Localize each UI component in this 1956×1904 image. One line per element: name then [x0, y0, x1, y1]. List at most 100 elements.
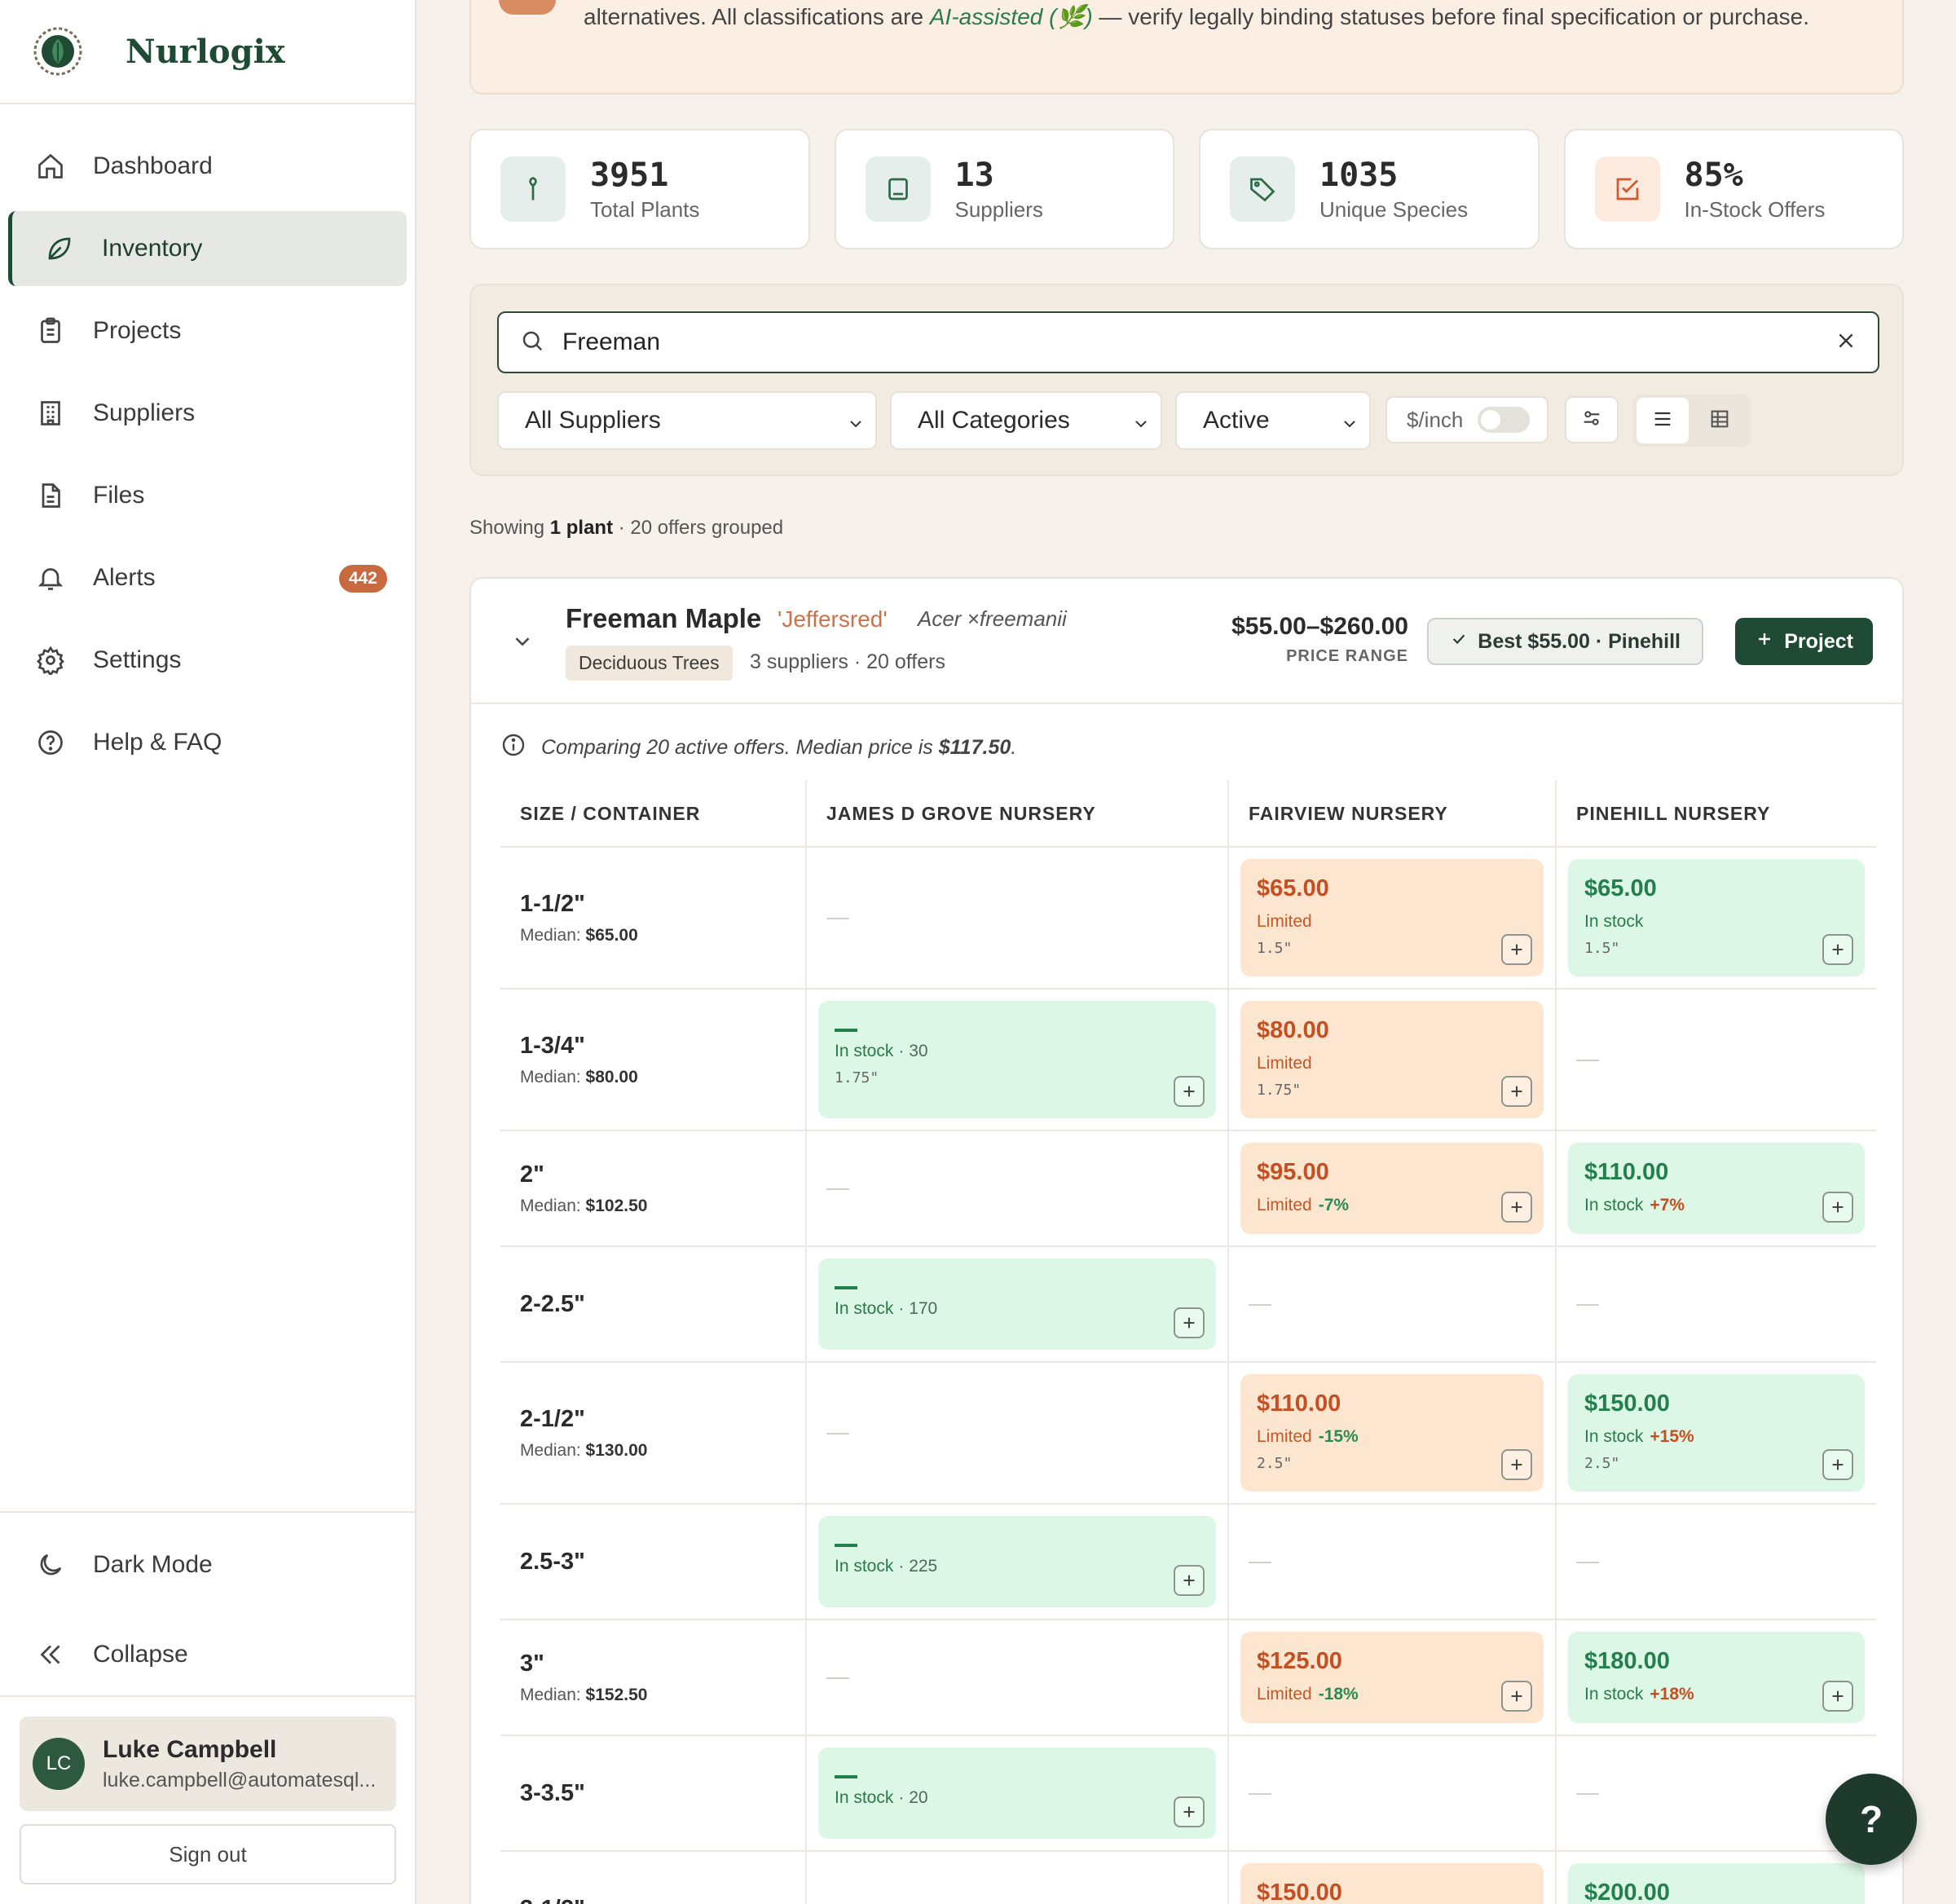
nav-item-projects[interactable]: Projects [8, 293, 407, 368]
best-price-button[interactable]: Best $55.00 · Pinehill [1427, 618, 1703, 665]
price-per-inch-toggle[interactable]: $/inch [1386, 396, 1548, 443]
offer-card[interactable]: In stock · 20 [818, 1748, 1216, 1839]
offer-status: Limited -7% [1257, 1196, 1527, 1215]
nav-item-dashboard[interactable]: Dashboard [8, 129, 407, 204]
offer-cell [807, 1620, 1229, 1734]
add-offer-button[interactable] [1174, 1076, 1205, 1107]
double-chevron-left-icon [34, 1638, 67, 1671]
table-icon [1708, 408, 1731, 434]
offer-card[interactable]: In stock · 225 [818, 1516, 1216, 1607]
home-icon [34, 150, 67, 183]
help-fab-button[interactable]: ? [1826, 1774, 1917, 1865]
advanced-filters-button[interactable] [1565, 396, 1619, 443]
nav-item-suppliers[interactable]: Suppliers [8, 376, 407, 451]
offer-cell: In stock · 170 [807, 1247, 1229, 1361]
offer-card[interactable]: $65.00 Limited 1.5" [1240, 859, 1544, 976]
stock-status: Limited [1257, 1427, 1312, 1446]
no-offer-dash [1576, 1060, 1599, 1061]
nav-item-inventory[interactable]: Inventory [8, 211, 407, 286]
plus-icon [1511, 1086, 1522, 1097]
stock-status: In stock [835, 1788, 894, 1807]
offer-card[interactable]: $150.00 [1240, 1863, 1544, 1904]
chevron-down-icon[interactable] [510, 629, 535, 658]
add-offer-button[interactable] [1822, 1192, 1853, 1223]
offer-card[interactable]: $150.00 In stock +15% 2.5" [1568, 1374, 1865, 1492]
offer-card[interactable]: $200.00 [1568, 1863, 1865, 1904]
add-offer-button[interactable] [1501, 1076, 1532, 1107]
offer-card[interactable]: $110.00 In stock +7% [1568, 1143, 1865, 1234]
nav-item-files[interactable]: Files [8, 458, 407, 533]
price-delta: -18% [1318, 1685, 1359, 1703]
stock-quantity: · 170 [898, 1299, 938, 1318]
nav-item-alerts[interactable]: Alerts 442 [8, 540, 407, 615]
plus-icon [1832, 1690, 1844, 1702]
supplier-offer-counts: 3 suppliers · 20 offers [750, 650, 945, 673]
table-view-button[interactable] [1694, 398, 1746, 443]
status-select[interactable]: Active [1175, 391, 1371, 450]
brand[interactable]: Nurlogix [0, 0, 415, 104]
median-label: Median: [520, 1440, 586, 1460]
plant-card: Freeman Maple 'Jeffersred' Acer ×freeman… [469, 577, 1904, 1904]
user-card[interactable]: LC Luke Campbell luke.campbell@automates… [20, 1717, 396, 1811]
stock-status: In stock [835, 1557, 894, 1576]
offer-price: $200.00 [1584, 1880, 1670, 1904]
offer-card[interactable]: $65.00 In stock 1.5" [1568, 859, 1865, 976]
plant-name[interactable]: Freeman Maple [566, 603, 761, 634]
sign-out-button[interactable]: Sign out [20, 1824, 396, 1884]
add-offer-button[interactable] [1822, 1449, 1853, 1480]
offer-cell: $150.00 In stock +15% 2.5" [1557, 1363, 1876, 1503]
add-offer-button[interactable] [1501, 934, 1532, 965]
offer-card[interactable]: $110.00 Limited -15% 2.5" [1240, 1374, 1544, 1492]
clear-search-icon[interactable] [1835, 330, 1857, 355]
offer-card[interactable]: $80.00 Limited 1.75" [1240, 1001, 1544, 1118]
offer-cell [807, 1131, 1229, 1245]
offer-cell [1557, 1505, 1876, 1619]
list-view-button[interactable] [1637, 398, 1689, 443]
offer-card[interactable]: $95.00 Limited -7% [1240, 1143, 1544, 1234]
nav-label: Suppliers [93, 399, 196, 426]
add-offer-button[interactable] [1501, 1192, 1532, 1223]
dark-mode-toggle[interactable]: Dark Mode [8, 1527, 407, 1602]
toggle-switch[interactable] [1478, 407, 1531, 433]
nav-label: Alerts [93, 564, 156, 591]
price-range: $55.00–$260.00 PRICE RANGE [1231, 613, 1408, 666]
add-offer-button[interactable] [1174, 1565, 1205, 1596]
size-label: 3-1/2" [520, 1896, 794, 1904]
offer-status: In stock · 20 [835, 1788, 1200, 1808]
category-select-value: All Categories [918, 407, 1070, 434]
size-cell: 1-1/2" Median: $65.00 [500, 848, 807, 988]
no-offer-dash [1576, 1562, 1599, 1563]
category-select[interactable]: All Categories [890, 391, 1162, 450]
offer-card[interactable]: $180.00 In stock +18% [1568, 1632, 1865, 1723]
size-label: 2-1/2" [520, 1405, 585, 1432]
offer-price: $110.00 [1584, 1159, 1669, 1185]
offer-card[interactable]: $125.00 Limited -18% [1240, 1632, 1544, 1723]
offer-card[interactable]: In stock · 170 [818, 1258, 1216, 1350]
stock-status: Limited [1257, 1196, 1312, 1214]
add-offer-button[interactable] [1501, 1449, 1532, 1480]
plus-icon [1511, 944, 1522, 955]
add-offer-button[interactable] [1822, 1681, 1853, 1712]
add-offer-button[interactable] [1501, 1681, 1532, 1712]
search-input[interactable]: Freeman [497, 311, 1879, 373]
add-offer-button[interactable] [1822, 934, 1853, 965]
supplier-select[interactable]: All Suppliers [497, 391, 877, 450]
stat-value: 1035 [1319, 156, 1399, 194]
nav-item-settings[interactable]: Settings [8, 623, 407, 698]
nav-label: Settings [93, 646, 182, 673]
size-label: 2.5-3" [520, 1548, 585, 1575]
add-offer-button[interactable] [1174, 1796, 1205, 1827]
caliper-size: 2.5" [1257, 1455, 1293, 1472]
offer-card[interactable]: In stock · 30 1.75" [818, 1001, 1216, 1118]
offer-comparison-table: SIZE / CONTAINER JAMES D GROVE NURSERY F… [500, 781, 1876, 1904]
median-value: $80.00 [585, 1067, 638, 1086]
caliper-size: 1.5" [1257, 940, 1293, 957]
collapse-sidebar-button[interactable]: Collapse [8, 1617, 407, 1692]
add-to-project-button[interactable]: Project [1735, 618, 1873, 665]
nav-item-help[interactable]: Help & FAQ [8, 705, 407, 780]
offer-status: In stock · 225 [835, 1557, 1200, 1576]
stock-status: In stock [1584, 1196, 1644, 1214]
add-offer-button[interactable] [1174, 1307, 1205, 1338]
plus-icon [1183, 1575, 1195, 1586]
stat-label: Suppliers [954, 196, 1043, 222]
